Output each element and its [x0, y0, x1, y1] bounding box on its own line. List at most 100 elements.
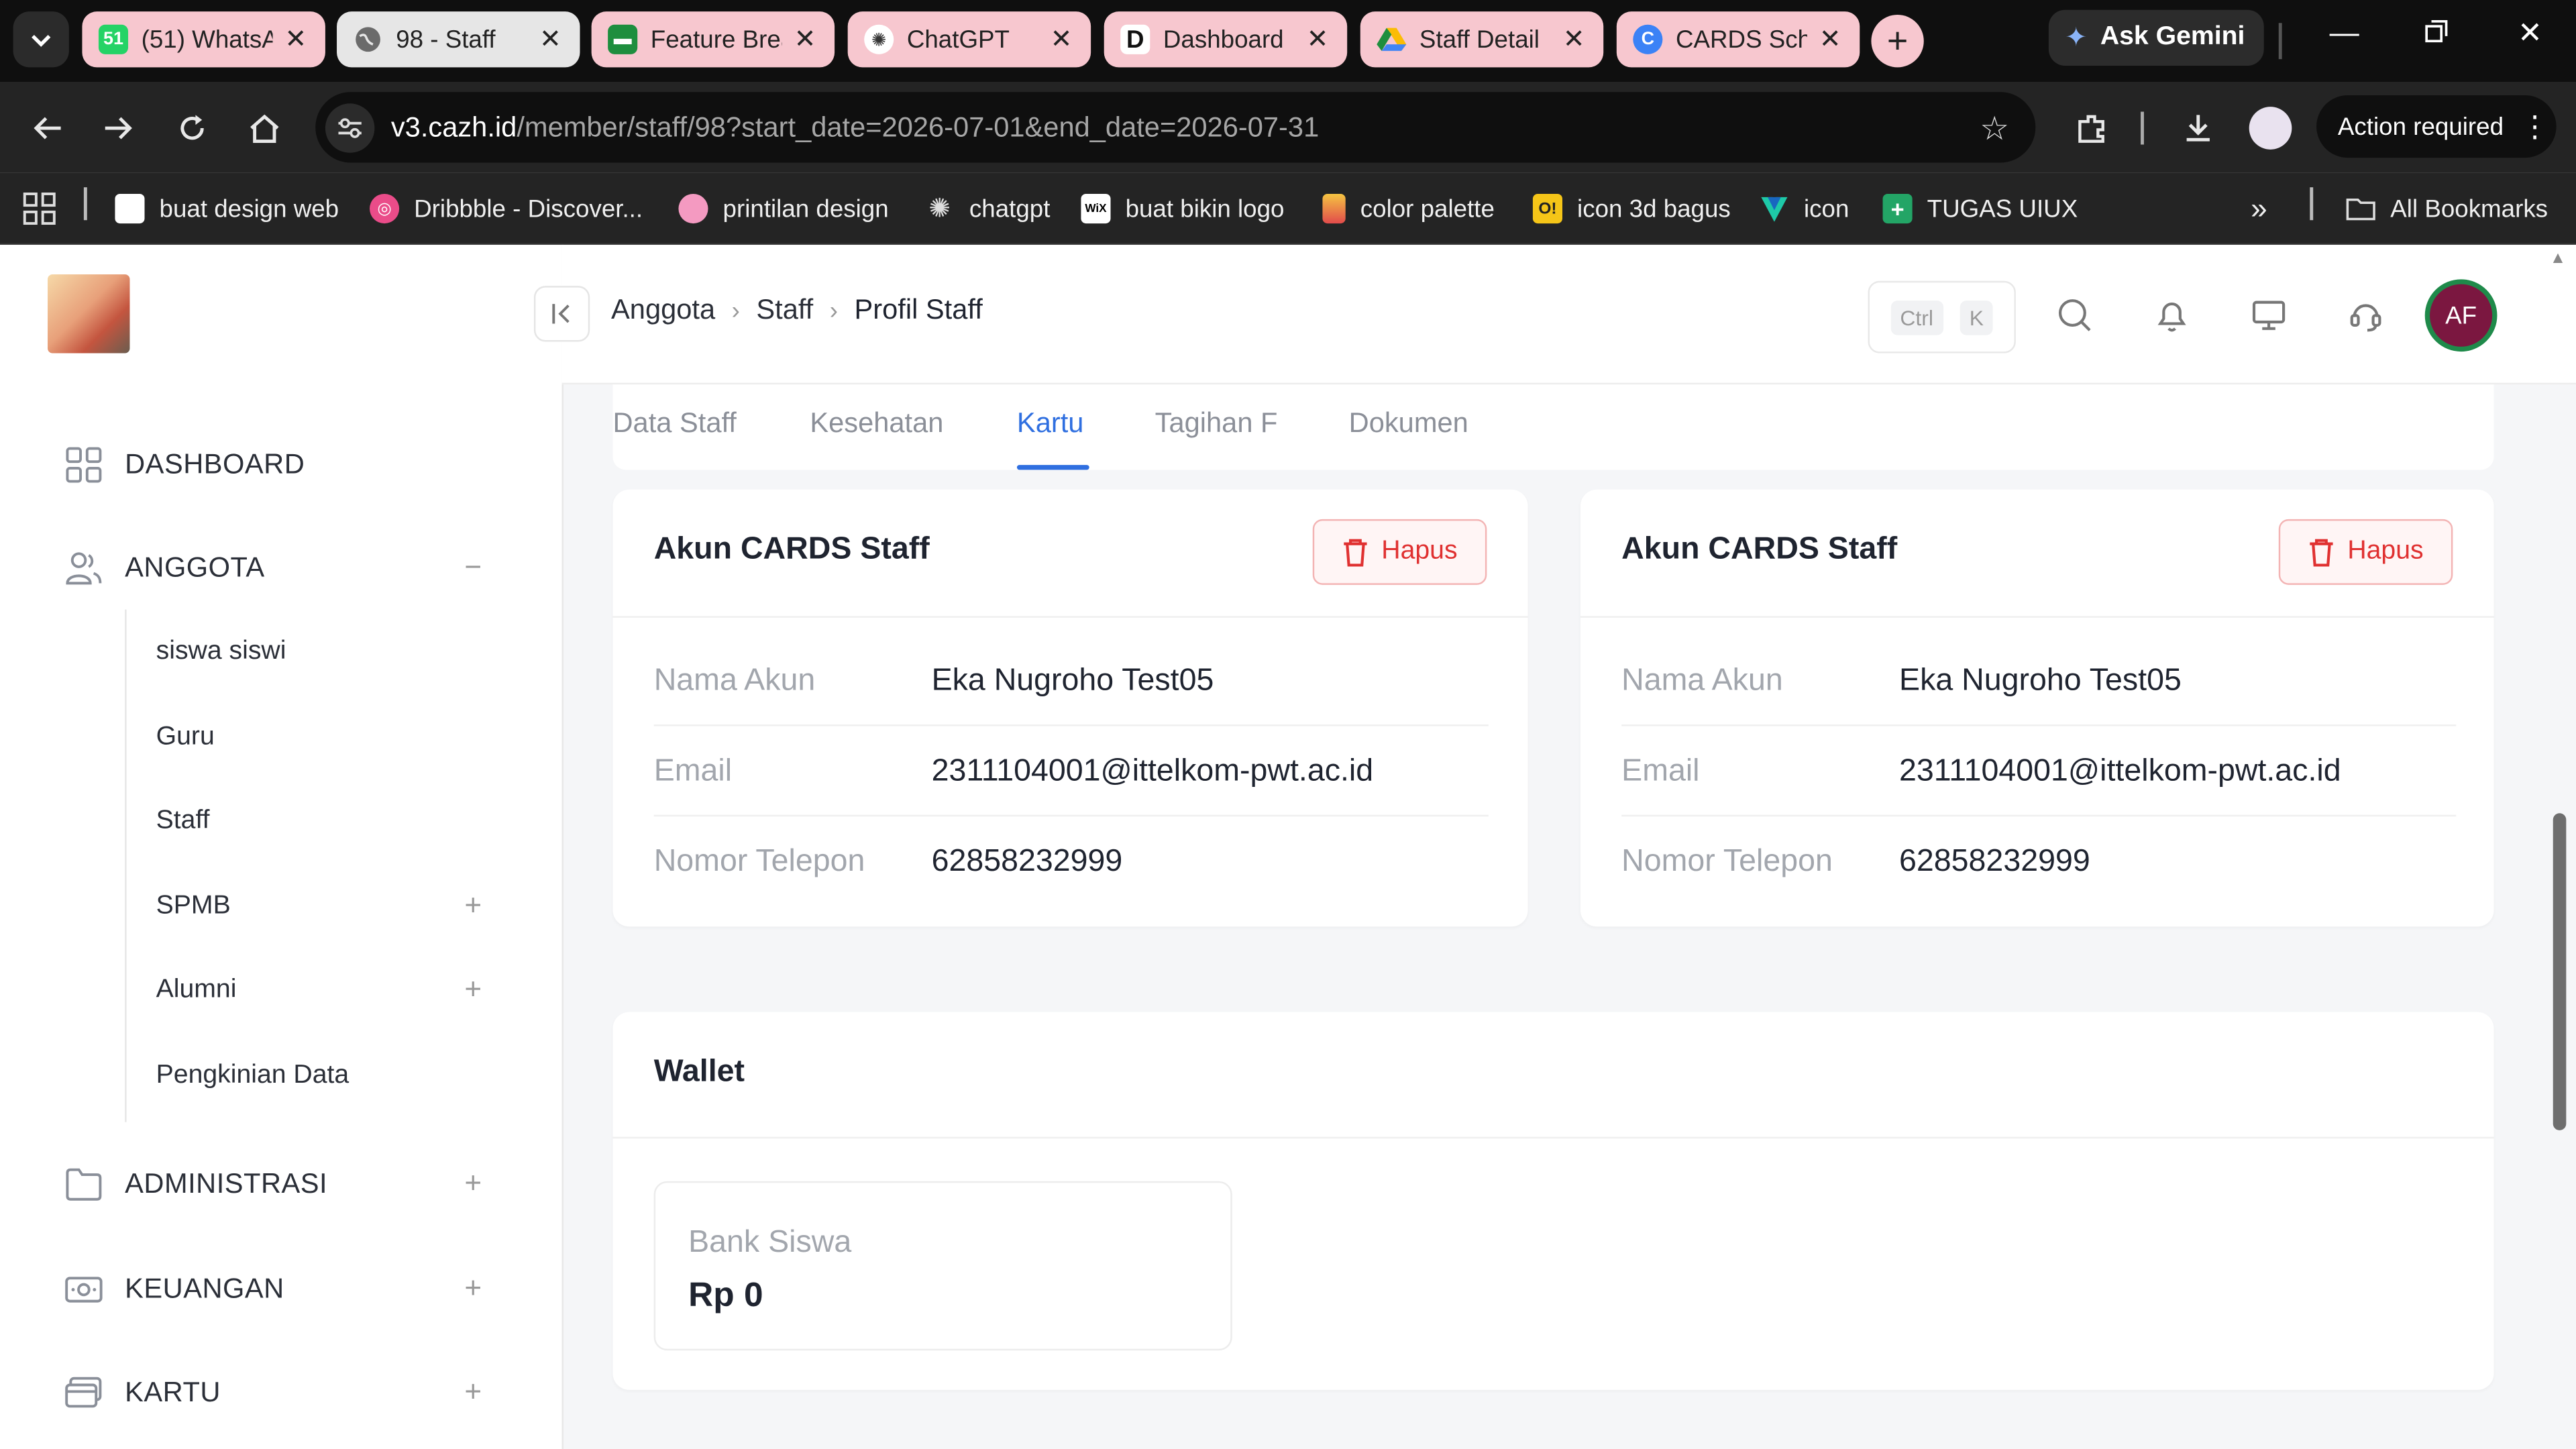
command-palette-shortcut[interactable]: Ctrl K: [1868, 280, 2016, 354]
field-value: 2311104001@ittelkom-pwt.ac.id: [1899, 754, 2341, 789]
sidebar-subitem-guru[interactable]: Guru: [156, 723, 215, 753]
divider: [653, 724, 1489, 727]
sidebar-item-dashboard[interactable]: DASHBOARD: [62, 440, 305, 489]
wallet-title: Wallet: [653, 1055, 745, 1089]
tab-dokumen[interactable]: Dokumen: [1349, 407, 1468, 440]
action-required-button[interactable]: Action required ⋮: [2316, 95, 2557, 158]
action-required-label: Action required: [2337, 112, 2504, 141]
sidebar-subitem-alumni[interactable]: Alumni: [156, 976, 237, 1006]
more-bookmarks-icon[interactable]: »: [2251, 191, 2267, 227]
bookmark-chatgpt[interactable]: ✺ chatgpt: [925, 191, 1050, 227]
sidebar-subitem-staff[interactable]: Staff: [156, 806, 210, 836]
minimize-icon[interactable]: —: [2320, 16, 2369, 50]
expand-keuangan-icon[interactable]: +: [460, 1272, 486, 1306]
tab-kesehatan[interactable]: Kesehatan: [810, 407, 943, 440]
card-icon: [62, 1372, 105, 1415]
omnibox[interactable]: v3.cazh.id/member/staff/98?start_date=20…: [315, 92, 2036, 163]
expand-spmb-icon[interactable]: +: [460, 889, 486, 923]
browser-tab-cards[interactable]: C CARDS School ✕: [1616, 11, 1860, 68]
divider: [2278, 23, 2282, 60]
palette-icon: [1322, 193, 1346, 224]
browser-tab-staff[interactable]: 98 - Staff ✕: [337, 11, 580, 68]
headset-icon[interactable]: [2345, 294, 2387, 337]
close-icon[interactable]: ✕: [537, 23, 564, 56]
browser-tab-whatsapp[interactable]: 51 (51) WhatsApp ✕: [82, 11, 325, 68]
scroll-up-icon[interactable]: ▲: [2550, 250, 2566, 268]
forward-arrow-icon[interactable]: [97, 107, 140, 150]
scrollbar-thumb[interactable]: [2553, 813, 2567, 1130]
window-close-icon[interactable]: ✕: [2506, 16, 2555, 50]
new-tab-button[interactable]: +: [1871, 15, 1924, 68]
download-icon[interactable]: [2177, 107, 2220, 150]
expand-alumni-icon[interactable]: +: [460, 973, 486, 1007]
field-label: Nomor Telepon: [653, 844, 865, 879]
tab-tagihan[interactable]: Tagihan F: [1155, 407, 1278, 440]
bell-icon[interactable]: [2151, 294, 2194, 337]
tab-search-button[interactable]: [13, 11, 69, 68]
sidebar-subitem-pengkinian-data[interactable]: Pengkinian Data: [156, 1061, 350, 1091]
sidebar-item-anggota[interactable]: ANGGOTA: [62, 544, 265, 593]
expand-administrasi-icon[interactable]: +: [460, 1167, 486, 1201]
monitor-icon[interactable]: [2247, 294, 2290, 337]
app-logo[interactable]: [48, 274, 130, 354]
breadcrumb-anggota[interactable]: Anggota: [611, 294, 715, 327]
bookmark-buat-design-web[interactable]: buat design web: [115, 191, 339, 227]
bookmark-color-palette[interactable]: color palette: [1322, 191, 1495, 227]
bookmark-dribbble[interactable]: ◎ Dribbble - Discover...: [370, 191, 643, 227]
field-label: Nomor Telepon: [1621, 844, 1833, 879]
expand-kartu-icon[interactable]: +: [460, 1375, 486, 1409]
all-bookmarks-button[interactable]: All Bookmarks: [2346, 191, 2548, 227]
bookmark-label: TUGAS UIUX: [1927, 195, 2078, 223]
site-settings-icon[interactable]: [325, 103, 375, 152]
sidebar-item-kartu[interactable]: KARTU: [62, 1368, 221, 1417]
delete-account-button[interactable]: Hapus: [2278, 519, 2453, 585]
close-icon[interactable]: ✕: [1305, 23, 1331, 56]
sidebar-item-label: KEUANGAN: [125, 1273, 284, 1305]
browser-tab-staff-detail[interactable]: Staff Detail ✕: [1360, 11, 1604, 68]
apps-grid-icon[interactable]: [23, 191, 56, 227]
sidebar-item-administrasi[interactable]: ADMINISTRASI: [62, 1160, 327, 1209]
sidebar-subitem-siswa-siswi[interactable]: siswa siswi: [156, 637, 286, 667]
sidebar-item-label: ANGGOTA: [125, 551, 265, 584]
collapse-anggota-icon[interactable]: −: [460, 550, 486, 584]
extensions-icon[interactable]: [2070, 107, 2113, 150]
browser-tab-dashboard[interactable]: D Dashboard ✕: [1104, 11, 1348, 68]
breadcrumb: Anggota › Staff › Profil Staff: [611, 294, 983, 327]
sidebar-subitem-spmb[interactable]: SPMB: [156, 892, 231, 922]
back-arrow-icon[interactable]: [26, 107, 69, 150]
sidebar-item-keuangan[interactable]: KEUANGAN: [62, 1265, 284, 1314]
close-icon[interactable]: ✕: [282, 23, 309, 56]
search-icon[interactable]: [2053, 294, 2096, 337]
browser-tab-feature[interactable]: ▬ Feature Breakdown ✕: [591, 11, 835, 68]
bookmark-printilan-design[interactable]: printilan design: [678, 191, 889, 227]
reload-icon[interactable]: [171, 107, 214, 150]
delete-account-button[interactable]: Hapus: [1312, 519, 1487, 585]
bookmark-icon-3d-bagus[interactable]: O! icon 3d bagus: [1532, 191, 1731, 227]
restore-icon[interactable]: [2412, 16, 2461, 50]
tab-data-staff[interactable]: Data Staff: [612, 407, 736, 440]
close-icon[interactable]: ✕: [1817, 23, 1843, 56]
star-icon[interactable]: ☆: [1980, 109, 2009, 150]
card-title: Akun CARDS Staff: [1621, 532, 1898, 567]
user-avatar[interactable]: AF: [2424, 279, 2498, 352]
collapse-sidebar-button[interactable]: [533, 286, 590, 342]
home-icon[interactable]: [243, 107, 286, 150]
wallet-label: Bank Siswa: [688, 1225, 852, 1260]
profile-avatar[interactable]: [2249, 107, 2292, 150]
users-icon: [62, 547, 105, 590]
bookmark-icon[interactable]: icon: [1760, 191, 1849, 227]
tab-title: ChatGPT: [906, 25, 1010, 54]
bookmark-tugas-uiux[interactable]: + TUGAS UIUX: [1882, 191, 2078, 227]
close-icon[interactable]: ✕: [1561, 23, 1587, 56]
divider: [612, 616, 1528, 618]
tab-kartu[interactable]: Kartu: [1017, 407, 1084, 440]
money-icon: [62, 1269, 105, 1311]
url-text[interactable]: v3.cazh.id/member/staff/98?start_date=20…: [391, 111, 1319, 144]
ask-gemini-button[interactable]: ✦ Ask Gemini: [2048, 9, 2264, 66]
bookmark-buat-bikin-logo[interactable]: WiX buat bikin logo: [1081, 191, 1285, 227]
breadcrumb-staff[interactable]: Staff: [756, 294, 813, 327]
browser-tab-chatgpt[interactable]: ✺ ChatGPT ✕: [847, 11, 1091, 68]
field-value: 62858232999: [931, 844, 1123, 879]
close-icon[interactable]: ✕: [1048, 23, 1074, 56]
close-icon[interactable]: ✕: [792, 23, 818, 56]
